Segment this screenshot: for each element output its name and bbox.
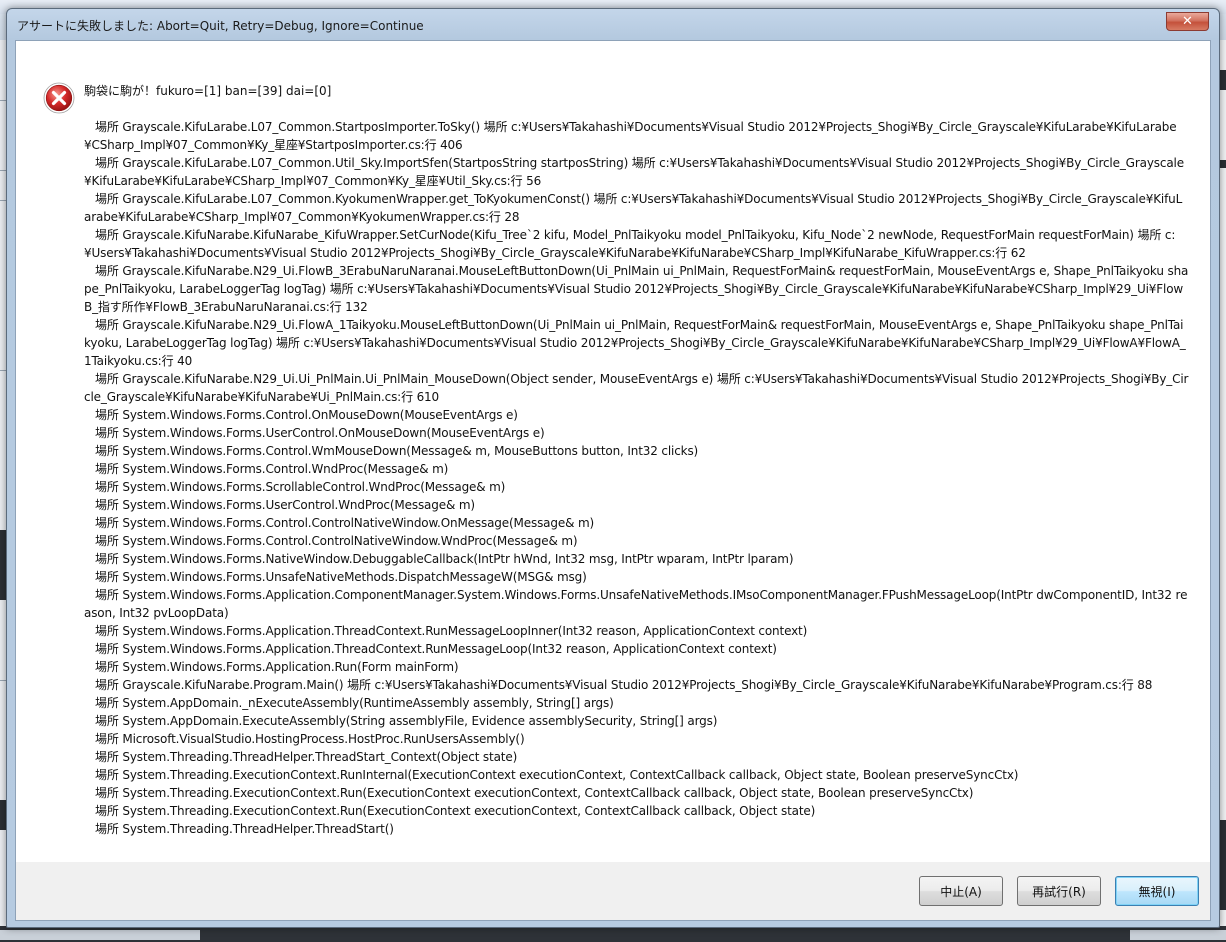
retry-button[interactable]: 再試行(R)	[1017, 876, 1101, 906]
stack-line: 場所 System.Windows.Forms.UnsafeNativeMeth…	[84, 570, 587, 584]
dialog-title: アサートに失敗しました: Abort=Quit, Retry=Debug, Ig…	[17, 19, 424, 33]
stack-line: 場所 System.Threading.ExecutionContext.Run…	[84, 804, 816, 818]
assert-message: 駒袋に駒が！fukuro=[1] ban=[39] dai=[0]	[84, 84, 332, 98]
stack-line: 場所 System.AppDomain.ExecuteAssembly(Stri…	[84, 714, 718, 728]
stack-line: 場所 System.Threading.ThreadHelper.ThreadS…	[84, 750, 518, 764]
stack-trace: 場所 Grayscale.KifuLarabe.L07_Common.Start…	[84, 118, 1189, 838]
close-icon: ✕	[1182, 14, 1193, 29]
stack-line: 場所 Grayscale.KifuNarabe.N29_Ui.Ui_PnlMai…	[84, 372, 1189, 404]
stack-line: 場所 System.Windows.Forms.UserControl.WndP…	[84, 498, 475, 512]
stack-line: 場所 System.Windows.Forms.Application.Thre…	[84, 624, 808, 638]
stack-line: 場所 System.Windows.Forms.NativeWindow.Deb…	[84, 552, 794, 566]
stack-line: 場所 Microsoft.VisualStudio.HostingProcess…	[84, 732, 525, 746]
stack-line: 場所 Grayscale.KifuLarabe.L07_Common.Util_…	[84, 156, 1184, 188]
assert-dialog: アサートに失敗しました: Abort=Quit, Retry=Debug, Ig…	[6, 8, 1220, 928]
stack-line: 場所 System.AppDomain._nExecuteAssembly(Ru…	[84, 696, 614, 710]
message-area: 駒袋に駒が！fukuro=[1] ban=[39] dai=[0] 場所 Gra…	[16, 41, 1210, 862]
ignore-button[interactable]: 無視(I)	[1115, 876, 1199, 906]
stack-line: 場所 Grayscale.KifuNarabe.Program.Main() 場…	[84, 678, 1153, 692]
close-button[interactable]: ✕	[1166, 12, 1209, 31]
stack-line: 場所 System.Windows.Forms.Control.ControlN…	[84, 534, 578, 548]
stack-line: 場所 System.Windows.Forms.ScrollableContro…	[84, 480, 506, 494]
stack-line: 場所 System.Windows.Forms.Control.OnMouseD…	[84, 408, 518, 422]
dialog-client-area: 駒袋に駒が！fukuro=[1] ban=[39] dai=[0] 場所 Gra…	[15, 40, 1211, 921]
dialog-titlebar[interactable]: アサートに失敗しました: Abort=Quit, Retry=Debug, Ig…	[7, 9, 1219, 41]
background-taskbar	[0, 926, 1226, 942]
stack-line: 場所 Grayscale.KifuNarabe.N29_Ui.FlowB_3Er…	[84, 264, 1189, 314]
stack-line: 場所 System.Windows.Forms.Control.WndProc(…	[84, 462, 449, 476]
stack-line: 場所 Grayscale.KifuLarabe.L07_Common.Kyoku…	[84, 192, 1183, 224]
stack-line: 場所 System.Windows.Forms.Control.WmMouseD…	[84, 444, 699, 458]
stack-line: 場所 System.Windows.Forms.Application.Thre…	[84, 642, 777, 656]
stack-line: 場所 System.Windows.Forms.Application.Run(…	[84, 660, 459, 674]
stack-line: 場所 System.Threading.ThreadHelper.ThreadS…	[84, 822, 394, 836]
stack-line: 場所 System.Threading.ExecutionContext.Run…	[84, 786, 974, 800]
button-bar: 中止(A) 再試行(R) 無視(I)	[16, 862, 1210, 920]
error-icon	[43, 82, 75, 114]
stack-line: 場所 Grayscale.KifuNarabe.N29_Ui.FlowA_1Ta…	[84, 318, 1186, 368]
stack-line: 場所 System.Windows.Forms.Control.ControlN…	[84, 516, 595, 530]
stack-line: 場所 System.Windows.Forms.UserControl.OnMo…	[84, 426, 545, 440]
abort-button[interactable]: 中止(A)	[919, 876, 1003, 906]
stack-line: 場所 Grayscale.KifuLarabe.L07_Common.Start…	[84, 120, 1177, 152]
stack-line: 場所 System.Threading.ExecutionContext.Run…	[84, 768, 1019, 782]
stack-line: 場所 System.Windows.Forms.Application.Comp…	[84, 588, 1188, 620]
stack-line: 場所 Grayscale.KifuNarabe.KifuNarabe_KifuW…	[84, 228, 1176, 260]
